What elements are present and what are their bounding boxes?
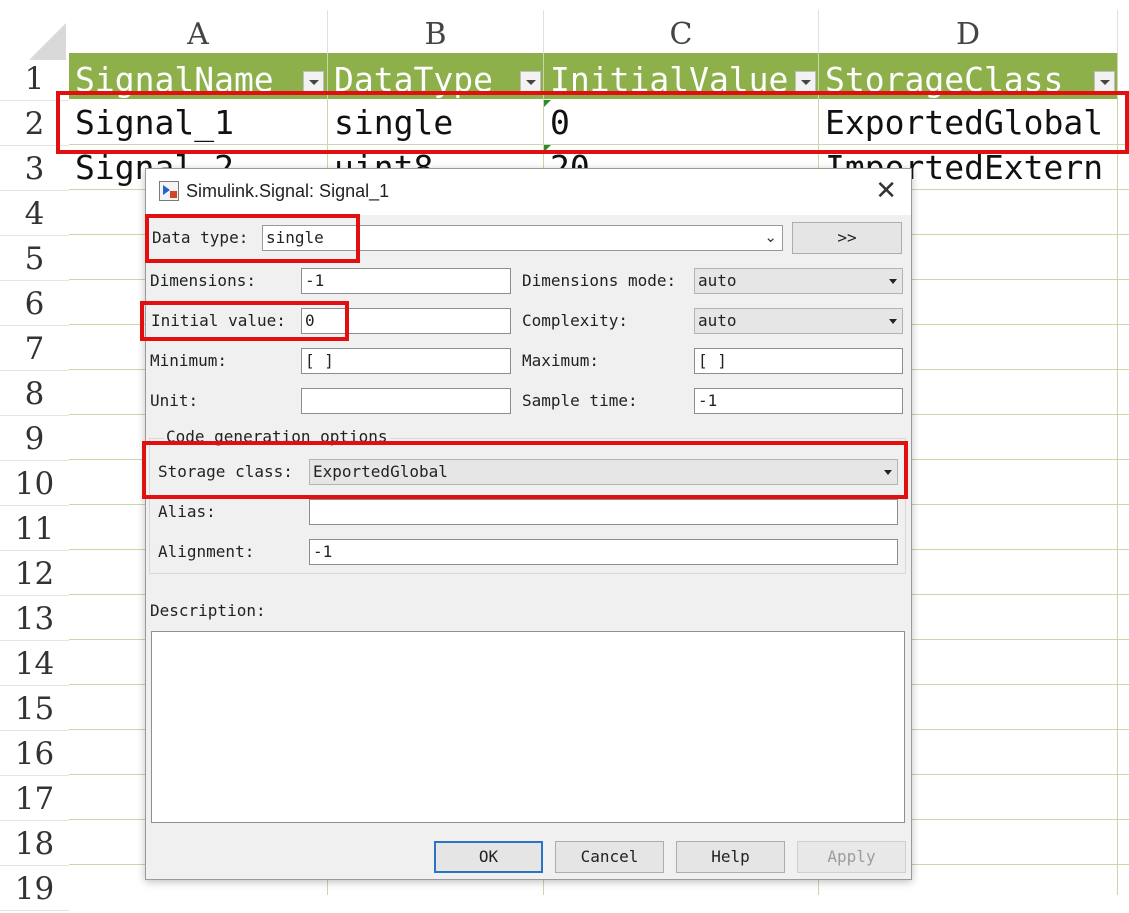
row-header-7[interactable]: 7 [0,325,69,371]
alias-label: Alias: [158,502,216,521]
grid-line [1117,53,1118,895]
column-header-a[interactable]: A [69,10,328,53]
select-all-corner[interactable] [0,10,69,60]
description-label: Description: [150,601,266,620]
unit-field[interactable] [301,388,511,414]
row-header-15[interactable]: 15 [0,685,69,731]
row-header-6[interactable]: 6 [0,280,69,326]
cancel-button[interactable]: Cancel [555,841,664,873]
simulink-signal-dialog: Simulink.Signal: Signal_1 ✕ Data type: s… [140,168,912,880]
complexity-label: Complexity: [522,311,628,330]
dropdown-arrow-icon [889,319,897,324]
column-header-c[interactable]: C [544,10,819,53]
complexity-select[interactable]: auto [694,308,903,334]
dimensions-field[interactable]: -1 [301,268,511,294]
row-header-5[interactable]: 5 [0,235,69,281]
dropdown-arrow-icon [889,279,897,284]
ok-button[interactable]: OK [434,841,543,873]
minimum-label: Minimum: [150,351,228,370]
row-header-17[interactable]: 17 [0,775,69,821]
filter-dropdown-icon[interactable] [520,71,541,92]
column-header-b[interactable]: B [328,10,544,53]
filter-dropdown-icon[interactable] [1094,71,1115,92]
row-header-11[interactable]: 11 [0,505,69,551]
row-header-12[interactable]: 12 [0,550,69,596]
close-icon[interactable]: ✕ [875,175,897,207]
complexity-value: auto [698,311,737,330]
initial-value-highlight [140,301,349,341]
data-type-highlight [145,214,360,263]
row-header-13[interactable]: 13 [0,595,69,641]
alignment-label: Alignment: [158,542,255,561]
row-header-16[interactable]: 16 [0,730,69,776]
chevron-down-icon: ⌄ [764,228,777,246]
row-header-4[interactable]: 4 [0,190,69,236]
dimensions-mode-select[interactable]: auto [694,268,903,294]
row-2-highlight [56,91,1129,154]
row-header-10[interactable]: 10 [0,460,69,506]
row-header-14[interactable]: 14 [0,640,69,686]
dialog-titlebar[interactable]: Simulink.Signal: Signal_1 ✕ [146,169,911,215]
dialog-title: Simulink.Signal: Signal_1 [186,181,390,201]
maximum-label: Maximum: [522,351,600,370]
maximum-field[interactable]: [ ] [694,348,903,374]
simulink-icon [159,181,179,201]
sample-time-label: Sample time: [522,391,638,410]
filter-dropdown-icon[interactable] [795,71,816,92]
alias-field[interactable] [309,499,898,525]
dimensions-mode-label: Dimensions mode: [522,271,677,290]
sample-time-field[interactable]: -1 [694,388,903,414]
apply-button[interactable]: Apply [797,841,906,873]
storage-class-highlight [142,441,908,499]
filter-dropdown-icon[interactable] [303,71,324,92]
help-button[interactable]: Help [676,841,785,873]
alignment-field[interactable]: -1 [309,539,898,565]
minimum-field[interactable]: [ ] [301,348,511,374]
row-header-19[interactable]: 19 [0,865,69,911]
dimensions-mode-value: auto [698,271,737,290]
unit-label: Unit: [150,391,199,410]
column-header-d[interactable]: D [819,10,1118,53]
dimensions-label: Dimensions: [150,271,256,290]
data-type-assistant-button[interactable]: >> [792,222,902,254]
description-textarea[interactable] [151,631,905,823]
row-header-9[interactable]: 9 [0,415,69,461]
row-header-18[interactable]: 18 [0,820,69,866]
row-header-8[interactable]: 8 [0,370,69,416]
